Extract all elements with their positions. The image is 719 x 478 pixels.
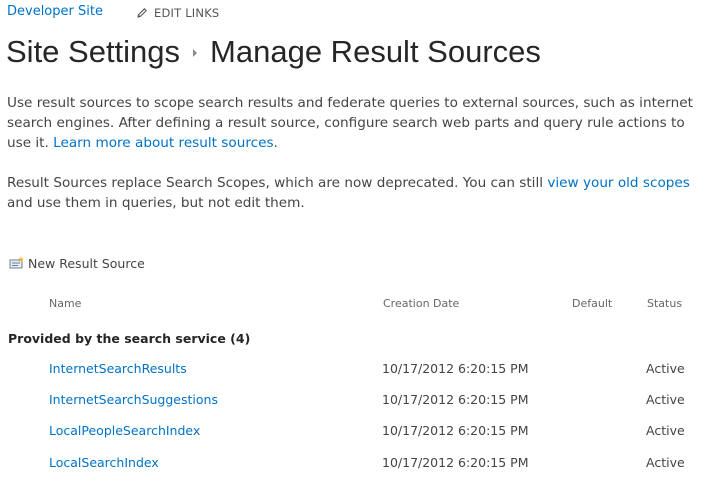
- column-header-creation-date[interactable]: Creation Date: [383, 297, 459, 310]
- status-cell: Active: [646, 392, 685, 407]
- creation-date-cell: 10/17/2012 6:20:15 PM: [382, 423, 529, 438]
- breadcrumb-arrow-icon: [180, 26, 210, 70]
- page-title: Site Settings Manage Result Sources: [6, 26, 541, 74]
- description-text-2: Result Sources replace Search Scopes, wh…: [7, 175, 548, 191]
- table-row: InternetSearchResults 10/17/2012 6:20:15…: [0, 360, 719, 384]
- result-source-link[interactable]: InternetSearchResults: [49, 360, 187, 378]
- view-old-scopes-link[interactable]: view your old scopes: [547, 175, 690, 191]
- breadcrumb-site-settings[interactable]: Site Settings: [6, 34, 180, 69]
- creation-date-cell: 10/17/2012 6:20:15 PM: [382, 361, 529, 376]
- new-result-source-label: New Result Source: [28, 256, 145, 271]
- table-row: LocalPeopleSearchIndex 10/17/2012 6:20:1…: [0, 422, 719, 446]
- top-bar: Developer Site: [7, 4, 103, 22]
- description-end-2: and use them in queries, but not edit th…: [7, 195, 305, 211]
- learn-more-link[interactable]: Learn more about result sources: [53, 135, 273, 151]
- table-row: InternetSearchSuggestions 10/17/2012 6:2…: [0, 391, 719, 415]
- group-heading[interactable]: Provided by the search service (4): [8, 331, 250, 346]
- result-source-link[interactable]: InternetSearchSuggestions: [49, 391, 218, 409]
- description-paragraph-1: Use result sources to scope search resul…: [7, 93, 707, 153]
- description-end-1: .: [273, 135, 278, 151]
- page-title-current: Manage Result Sources: [210, 34, 541, 69]
- column-header-name[interactable]: Name: [49, 297, 81, 310]
- column-header-status[interactable]: Status: [647, 297, 682, 310]
- site-link-developer-site[interactable]: Developer Site: [7, 4, 103, 19]
- new-result-source-button[interactable]: New Result Source: [9, 256, 145, 271]
- status-cell: Active: [646, 423, 685, 438]
- pencil-icon: [136, 7, 150, 22]
- status-cell: Active: [646, 361, 685, 376]
- edit-links-label: EDIT LINKS: [154, 6, 220, 20]
- result-source-link[interactable]: LocalPeopleSearchIndex: [49, 422, 200, 440]
- column-header-default[interactable]: Default: [572, 297, 612, 310]
- new-result-source-icon: [9, 256, 25, 270]
- creation-date-cell: 10/17/2012 6:20:15 PM: [382, 455, 529, 470]
- creation-date-cell: 10/17/2012 6:20:15 PM: [382, 392, 529, 407]
- result-source-link[interactable]: LocalSearchIndex: [49, 454, 159, 472]
- edit-links-button[interactable]: EDIT LINKS: [136, 6, 219, 22]
- table-row: LocalSearchIndex 10/17/2012 6:20:15 PM A…: [0, 454, 719, 478]
- status-cell: Active: [646, 455, 685, 470]
- description-paragraph-2: Result Sources replace Search Scopes, wh…: [7, 173, 707, 213]
